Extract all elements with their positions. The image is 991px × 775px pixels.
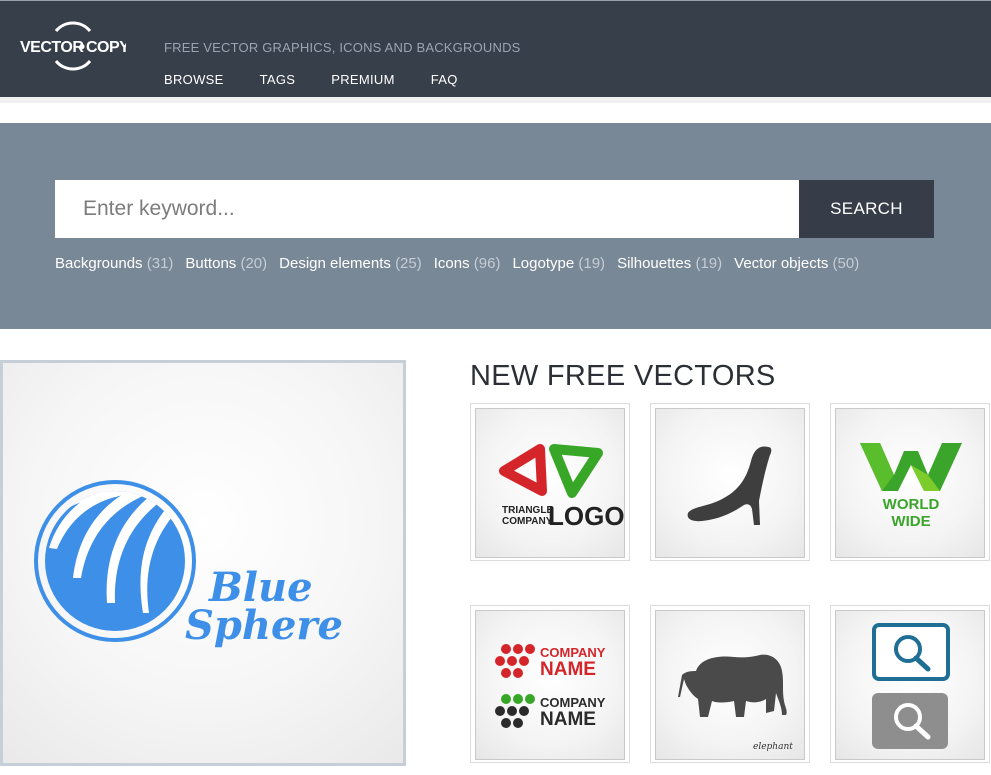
thumb-image: COMPANY NAME COMPANY NAME	[475, 610, 625, 760]
featured-vector[interactable]: Blue Sphere	[0, 360, 406, 766]
thumb-image: elephant	[655, 610, 805, 760]
nav-faq[interactable]: FAQ	[431, 72, 458, 87]
thumb-caption: elephant	[753, 742, 793, 752]
category-count: (19)	[578, 255, 606, 272]
vector-thumb-triangle-logo[interactable]: TRIANGLE COMPANY LOGO	[470, 403, 630, 561]
triangle-logo-icon: TRIANGLE COMPANY LOGO	[499, 444, 625, 531]
category-count: (96)	[473, 255, 501, 272]
category-backgrounds[interactable]: Backgrounds (31)	[55, 255, 173, 272]
thumb-image: TRIANGLE COMPANY LOGO	[475, 408, 625, 558]
category-label: Backgrounds	[55, 255, 143, 272]
world-wide-logo-icon: WORLD WIDE	[860, 443, 962, 530]
nav-tags[interactable]: TAGS	[260, 72, 296, 87]
thumb-text: NAME	[540, 659, 596, 680]
vector-thumb-company-name[interactable]: COMPANY NAME COMPANY NAME	[470, 605, 630, 763]
thumb-text: NAME	[540, 709, 596, 730]
category-silhouettes[interactable]: Silhouettes (19)	[617, 255, 722, 272]
vector-thumb-elephant[interactable]: elephant	[650, 605, 810, 763]
category-buttons[interactable]: Buttons (20)	[185, 255, 267, 272]
search-input[interactable]	[55, 180, 799, 238]
thumb-image	[655, 408, 805, 558]
blue-sphere-logo-icon: Blue Sphere	[34, 480, 343, 649]
category-links: Backgrounds (31) Buttons (20) Design ele…	[55, 255, 871, 272]
thumb-text: TRIANGLE	[502, 505, 553, 516]
category-vector-objects[interactable]: Vector objects (50)	[734, 255, 859, 272]
logo-text-right: COPY	[86, 39, 126, 56]
thumb-text: LOGO	[548, 501, 625, 531]
search-section: SEARCH Backgrounds (31) Buttons (20) Des…	[0, 123, 991, 329]
logo-text-left: VECTOR	[20, 39, 84, 56]
nav-browse[interactable]: BROWSE	[164, 72, 224, 87]
search-button[interactable]: SEARCH	[799, 180, 934, 238]
main-nav: BROWSE TAGS PREMIUM FAQ	[164, 72, 494, 87]
header-divider	[0, 97, 991, 103]
category-label: Logotype	[512, 255, 575, 272]
category-label: Icons	[433, 255, 470, 272]
section-title: NEW FREE VECTORS	[470, 360, 776, 392]
thumb-text: COMPANY	[540, 695, 606, 710]
vector-thumb-world-wide[interactable]: WORLD WIDE	[830, 403, 990, 561]
search-buttons-icon	[872, 623, 950, 749]
site-logo[interactable]: VECTOR COPY	[20, 21, 126, 73]
category-count: (31)	[146, 255, 174, 272]
vector-thumb-high-heel[interactable]	[650, 403, 810, 561]
category-design-elements[interactable]: Design elements (25)	[279, 255, 422, 272]
vectorcopy-logo-icon: VECTOR COPY	[20, 21, 126, 71]
category-label: Buttons	[185, 255, 237, 272]
category-label: Silhouettes	[617, 255, 692, 272]
category-count: (50)	[832, 255, 860, 272]
category-label: Design elements	[279, 255, 391, 272]
category-label: Vector objects	[734, 255, 829, 272]
thumb-image: WORLD WIDE	[835, 408, 985, 558]
thumb-text: WORLD	[883, 496, 940, 513]
category-count: (19)	[695, 255, 723, 272]
category-count: (25)	[395, 255, 422, 272]
thumb-text: COMPANY	[502, 516, 553, 527]
site-tagline: FREE VECTOR GRAPHICS, ICONS AND BACKGROU…	[164, 40, 521, 55]
category-count: (20)	[240, 255, 268, 272]
thumb-text: WIDE	[891, 513, 930, 530]
category-icons[interactable]: Icons (96)	[434, 255, 501, 272]
vector-thumb-search-buttons[interactable]	[830, 605, 990, 763]
company-name-logos-icon: COMPANY NAME COMPANY NAME	[495, 644, 606, 730]
nav-premium[interactable]: PREMIUM	[331, 72, 395, 87]
featured-line2: Sphere	[185, 602, 343, 649]
site-header: VECTOR COPY FREE VECTOR GRAPHICS, ICONS …	[0, 0, 991, 97]
thumb-text: COMPANY	[540, 645, 606, 660]
elephant-icon: elephant	[678, 654, 793, 752]
high-heel-shoe-icon	[687, 446, 772, 525]
category-logotype[interactable]: Logotype (19)	[512, 255, 605, 272]
thumb-image	[835, 610, 985, 760]
